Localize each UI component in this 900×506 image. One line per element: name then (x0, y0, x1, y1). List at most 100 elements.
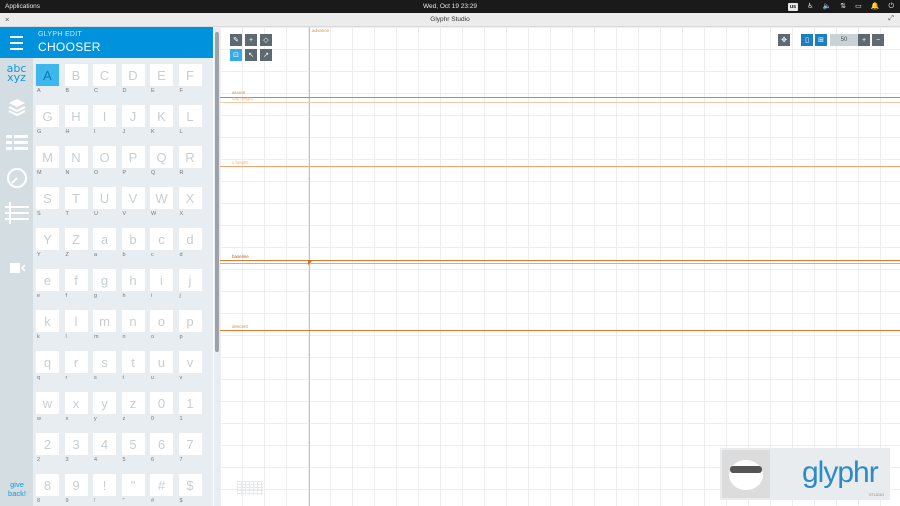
glyph-cell[interactable]: FF (178, 64, 203, 94)
glyph-edit-icon[interactable]: abc xyz (0, 63, 33, 83)
glyph-preview[interactable]: # (150, 474, 173, 496)
glyph-cell[interactable]: XX (178, 187, 203, 217)
glyph-cell[interactable]: NN (64, 146, 89, 176)
glyph-preview[interactable]: w (36, 392, 59, 414)
glyph-cell[interactable]: 99 (64, 474, 89, 504)
glyph-cell[interactable]: MM (36, 146, 60, 176)
glyph-cell[interactable]: hh (121, 269, 146, 299)
glyph-preview[interactable]: n (121, 310, 145, 332)
glyph-cell[interactable]: ff (64, 269, 89, 299)
glyph-preview[interactable]: k (36, 310, 59, 332)
glyph-cell[interactable]: 22 (36, 433, 60, 463)
expand-window-button[interactable]: ⤢ (888, 15, 894, 23)
glyph-preview[interactable]: z (121, 392, 145, 414)
kern-icon[interactable]: ↗ (260, 49, 272, 61)
glyph-cell[interactable]: YY (36, 228, 60, 258)
glyph-preview[interactable]: d (178, 228, 202, 250)
glyph-cell[interactable]: tt (121, 351, 146, 381)
glyph-preview[interactable]: F (178, 64, 202, 86)
glyph-cell[interactable]: 00 (150, 392, 174, 422)
save-icon[interactable] (0, 261, 33, 275)
path-edit-icon[interactable]: ◇ (260, 34, 272, 46)
zoom-out-button[interactable]: − (872, 34, 884, 46)
glyph-preview[interactable]: v (178, 351, 202, 373)
glyph-cell[interactable]: " " (121, 474, 146, 504)
glyph-cell[interactable]: EE (150, 64, 174, 94)
glyph-preview[interactable]: L (178, 105, 202, 127)
menu-icon[interactable] (0, 27, 33, 58)
battery-icon[interactable]: ▭ (855, 2, 862, 11)
glyph-preview[interactable]: t (121, 351, 145, 373)
history-icon[interactable] (0, 167, 33, 189)
glyph-cell[interactable]: dd (178, 228, 203, 258)
glyph-preview[interactable]: b (121, 228, 145, 250)
glyph-cell[interactable]: ii (150, 269, 174, 299)
glyph-preview[interactable]: x (64, 392, 88, 414)
glyph-cell[interactable]: uu (150, 351, 174, 381)
pen-tool-icon[interactable]: ✎ (230, 34, 242, 46)
glyph-cell[interactable]: ll (64, 310, 89, 340)
glyph-preview[interactable]: G (36, 105, 59, 127)
glyph-cell[interactable]: 55 (121, 433, 146, 463)
glyph-preview[interactable]: C (93, 64, 116, 86)
glyph-cell[interactable]: UU (93, 187, 117, 217)
applications-menu[interactable]: Applications (5, 3, 40, 10)
glyph-cell[interactable]: nn (121, 310, 146, 340)
layers-icon[interactable] (0, 97, 33, 117)
attributes-icon[interactable] (0, 132, 33, 152)
glyph-cell[interactable]: pp (178, 310, 203, 340)
network-icon[interactable]: ⇅ (840, 2, 846, 11)
glyph-cell[interactable]: qq (36, 351, 60, 381)
glyph-preview[interactable]: 3 (64, 433, 88, 455)
power-icon[interactable]: ⏻ (888, 2, 894, 11)
glyph-preview[interactable]: W (150, 187, 173, 209)
fit-glyph-icon[interactable]: ⊞ (815, 34, 827, 46)
glyph-cell[interactable]: 44 (93, 433, 117, 463)
glyph-preview[interactable]: c (150, 228, 173, 250)
glyph-cell[interactable]: $ $ (178, 474, 203, 504)
glyph-preview[interactable]: A (36, 64, 59, 86)
glyph-cell[interactable]: DD (121, 64, 146, 94)
glyph-preview[interactable]: j (178, 269, 202, 291)
keyboard-layout-indicator[interactable]: us (787, 2, 799, 11)
glyph-preview[interactable]: m (93, 310, 116, 332)
glyph-cell[interactable]: yy (93, 392, 117, 422)
glyph-cell[interactable]: WW (150, 187, 174, 217)
glyph-preview[interactable]: K (150, 105, 173, 127)
scrollbar-thumb[interactable] (215, 32, 219, 352)
glyph-preview[interactable]: E (150, 64, 173, 86)
glyph-cell[interactable]: ss (93, 351, 117, 381)
glyph-preview[interactable]: S (36, 187, 59, 209)
glyph-preview[interactable]: 7 (178, 433, 202, 455)
glyph-preview[interactable]: q (36, 351, 59, 373)
glyph-cell[interactable]: aa (93, 228, 117, 258)
glyph-cell[interactable]: GG (36, 105, 60, 135)
add-point-icon[interactable]: + (245, 34, 257, 46)
glyph-preview[interactable]: o (150, 310, 173, 332)
glyph-cell[interactable]: kk (36, 310, 60, 340)
glyph-cell[interactable]: VV (121, 187, 146, 217)
glyph-preview[interactable]: D (121, 64, 145, 86)
glyph-cell[interactable]: ZZ (64, 228, 89, 258)
pointer-icon[interactable]: ↖ (245, 49, 257, 61)
glyph-preview[interactable]: O (93, 146, 116, 168)
fit-height-icon[interactable]: ▯ (801, 34, 813, 46)
guides-icon[interactable] (0, 202, 33, 224)
shape-resize-icon[interactable]: ⊡ (230, 49, 242, 61)
glyph-cell[interactable]: # # (150, 474, 174, 504)
glyph-preview[interactable]: g (93, 269, 116, 291)
glyph-preview[interactable]: 4 (93, 433, 116, 455)
glyph-cell[interactable]: TT (64, 187, 89, 217)
glyph-preview[interactable]: p (178, 310, 202, 332)
glyph-preview[interactable]: e (36, 269, 59, 291)
glyph-preview[interactable]: N (64, 146, 88, 168)
glyph-preview[interactable]: u (150, 351, 173, 373)
glyph-preview[interactable]: X (178, 187, 202, 209)
glyph-cell[interactable]: BB (64, 64, 89, 94)
accessibility-icon[interactable]: ♿ (807, 2, 813, 11)
glyph-preview[interactable]: 5 (121, 433, 145, 455)
glyph-preview[interactable]: Y (36, 228, 59, 250)
edit-canvas[interactable]: advance ascent cap height x height basel… (220, 27, 900, 506)
glyph-preview[interactable]: 1 (178, 392, 202, 414)
glyph-cell[interactable]: PP (121, 146, 146, 176)
